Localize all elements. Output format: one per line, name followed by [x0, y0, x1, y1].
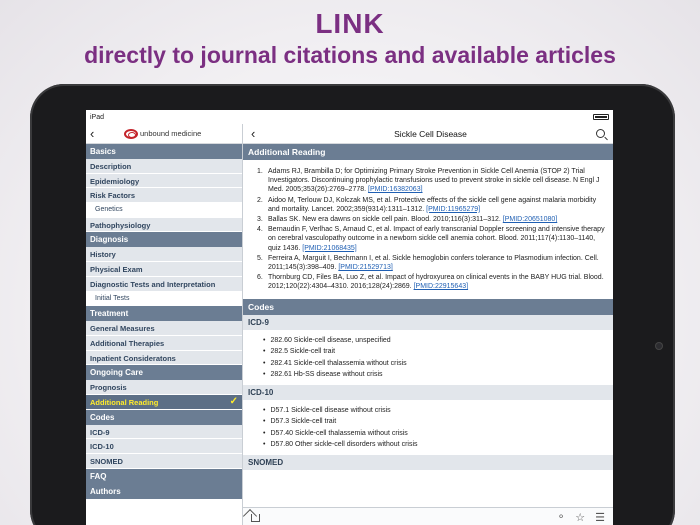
reference-body: Ferreira A, Marguit I, Bechmann I, et al…	[268, 254, 605, 272]
reference-body: Adams RJ, Brambilla D; for Optimizing Pr…	[268, 167, 605, 195]
sidebar-item-general-measures[interactable]: General Measures	[86, 321, 242, 336]
icd9-list: 282.60 Sickle-cell disease, unspecified2…	[243, 330, 613, 385]
subheading-snomed: SNOMED	[243, 454, 613, 470]
sidebar-item-additional-therapies[interactable]: Additional Therapies	[86, 335, 242, 351]
sidebar-section-codes[interactable]: Codes	[86, 409, 242, 425]
page-title: Sickle Cell Disease	[394, 128, 467, 139]
pmid-link[interactable]: [PMID:16382063]	[368, 186, 422, 193]
sidebar-item-prognosis[interactable]: Prognosis	[86, 380, 242, 395]
sidebar-item-inpatient-consideratons[interactable]: Inpatient Consideratons	[86, 350, 242, 366]
section-heading-reading: Additional Reading	[243, 144, 613, 160]
reference-text: Ballas SK. New era dawns on sickle cell …	[268, 216, 501, 224]
reference-number: 6.	[257, 274, 263, 282]
sidebar-section-diagnosis[interactable]: Diagnosis	[86, 232, 242, 248]
battery-icon	[593, 114, 609, 120]
screen: iPad ‹ unbound medicine Basics Descriptio…	[86, 110, 613, 525]
code-item: 282.5 Sickle-cell trait	[263, 346, 605, 358]
sidebar-item-physical-exam[interactable]: Physical Exam	[86, 262, 242, 277]
checkmark-icon: ✓	[229, 395, 238, 407]
reference-number: 2.	[257, 196, 263, 204]
reference-body: Thornburg CD, Files BA, Luo Z, et al. Im…	[268, 273, 605, 291]
reference-text: Adams RJ, Brambilla D; for Optimizing Pr…	[268, 168, 600, 194]
reference-item: 1. Adams RJ, Brambilla D; for Optimizing …	[257, 167, 605, 195]
sidebar-list: Basics Description Epidemiology Risk Factor…	[86, 144, 242, 525]
subheading-icd10: ICD-10	[243, 384, 613, 400]
back-icon[interactable]: ‹	[90, 126, 104, 141]
code-item: D57.1 Sickle-cell disease without crisis	[263, 405, 605, 417]
pmid-link[interactable]: [PMID:22915643]	[414, 283, 468, 290]
code-item: 282.61 Hb-SS disease without crisis	[263, 369, 605, 381]
reference-item: 5. Ferreira A, Marguit I, Bechmann I, et …	[257, 254, 605, 272]
code-item: D57.80 Other sickle-cell disorders witho…	[263, 439, 605, 451]
reference-list: 1. Adams RJ, Brambilla D; for Optimizing …	[243, 160, 613, 299]
section-heading-codes: Codes	[243, 298, 613, 315]
home-icon[interactable]	[251, 514, 260, 522]
sidebar-item-additional-reading[interactable]: Additional Reading ✓	[86, 394, 242, 410]
logo: unbound medicine	[124, 128, 202, 139]
sidebar-item-risk-factors[interactable]: Risk Factors	[86, 188, 242, 204]
sidebar-item-diagnostic-tests-and-interpretation[interactable]: Diagnostic Tests and Interpretation	[86, 276, 242, 292]
reference-item: 2. Aidoo M, Terlouw DJ, Kolczak MS, et al…	[257, 196, 605, 214]
back-icon[interactable]: ‹	[251, 126, 265, 141]
status-bar: iPad	[86, 110, 613, 124]
bottom-toolbar: ⚬ ☆ ☰	[243, 507, 613, 525]
subheading-icd9: ICD-9	[243, 314, 613, 330]
logo-text: unbound medicine	[140, 129, 202, 138]
code-item: D57.40 Sickle-cell thalassemia without c…	[263, 428, 605, 440]
sidebar-item-epidemiology[interactable]: Epidemiology	[86, 173, 242, 189]
icd10-list: D57.1 Sickle-cell disease without crisis…	[243, 400, 613, 455]
code-item: 282.60 Sickle-cell disease, unspecified	[263, 335, 605, 347]
headline: LINK	[315, 8, 385, 39]
content-pane: ‹ Sickle Cell Disease Additional Reading…	[243, 124, 613, 525]
reference-body: Ballas SK. New era dawns on sickle cell …	[268, 215, 557, 224]
sidebar-section-basics[interactable]: Basics	[86, 144, 242, 159]
search-icon[interactable]	[596, 129, 605, 138]
reference-body: Aidoo M, Terlouw DJ, Kolczak MS, et al. …	[268, 196, 605, 214]
sidebar-section-treatment[interactable]: Treatment	[86, 306, 242, 322]
sidebar-item-pathophysiology[interactable]: Pathophysiology	[86, 217, 242, 233]
sidebar-section-authors[interactable]: Authors	[86, 483, 242, 499]
code-item: 282.41 Sickle-cell thalassemia without c…	[263, 358, 605, 370]
notes-icon[interactable]: ☰	[595, 511, 605, 524]
sidebar-item-label: Additional Reading	[90, 397, 159, 407]
reference-item: 4. Bernaudin F, Verlhac S, Arnaud C, et a…	[257, 225, 605, 253]
sidebar-item-initial-tests[interactable]: Initial Tests	[86, 291, 242, 307]
content-scroll[interactable]: Additional Reading 1. Adams RJ, Brambilla…	[243, 144, 613, 507]
sidebar-section-ongoing-care[interactable]: Ongoing Care	[86, 365, 242, 381]
subline: directly to journal citations and availa…	[84, 42, 616, 68]
logo-icon	[124, 128, 138, 139]
sidebar: ‹ unbound medicine Basics Description Epid…	[86, 124, 243, 525]
reference-number: 4.	[257, 226, 263, 234]
device-label: iPad	[90, 113, 105, 121]
pmid-link[interactable]: [PMID:21529713]	[338, 264, 392, 271]
sidebar-section-faq[interactable]: FAQ	[86, 468, 242, 484]
reference-number: 1.	[257, 168, 263, 175]
sidebar-item-snomed[interactable]: SNOMED	[86, 454, 242, 469]
sidebar-item-history[interactable]: History	[86, 247, 242, 263]
sidebar-navbar: ‹ unbound medicine	[86, 124, 242, 144]
reference-number: 5.	[257, 254, 263, 262]
star-icon[interactable]: ☆	[575, 511, 585, 524]
sidebar-item-description[interactable]: Description	[86, 159, 242, 174]
camera-icon	[655, 342, 663, 350]
code-item: D57.3 Sickle-cell trait	[263, 416, 605, 428]
pmid-link[interactable]: [PMID:11965279]	[426, 206, 480, 213]
reference-body: Bernaudin F, Verlhac S, Arnaud C, et al.…	[268, 225, 605, 253]
reference-number: 3.	[257, 216, 263, 224]
sidebar-item-icd-10[interactable]: ICD-10	[86, 439, 242, 454]
reference-item: 3. Ballas SK. New era dawns on sickle cel…	[257, 215, 605, 224]
content-navbar: ‹ Sickle Cell Disease	[243, 124, 613, 144]
tag-icon[interactable]: ⚬	[557, 512, 565, 523]
sidebar-item-icd-9[interactable]: ICD-9	[86, 424, 242, 440]
reference-text: Ferreira A, Marguit I, Bechmann I, et al…	[268, 254, 599, 272]
pmid-link[interactable]: [PMID:20651080]	[503, 216, 557, 223]
sidebar-item-genetics[interactable]: Genetics	[86, 203, 242, 218]
pmid-link[interactable]: [PMID:21068435]	[302, 245, 356, 252]
reference-item: 6. Thornburg CD, Files BA, Luo Z, et al. …	[257, 273, 605, 291]
